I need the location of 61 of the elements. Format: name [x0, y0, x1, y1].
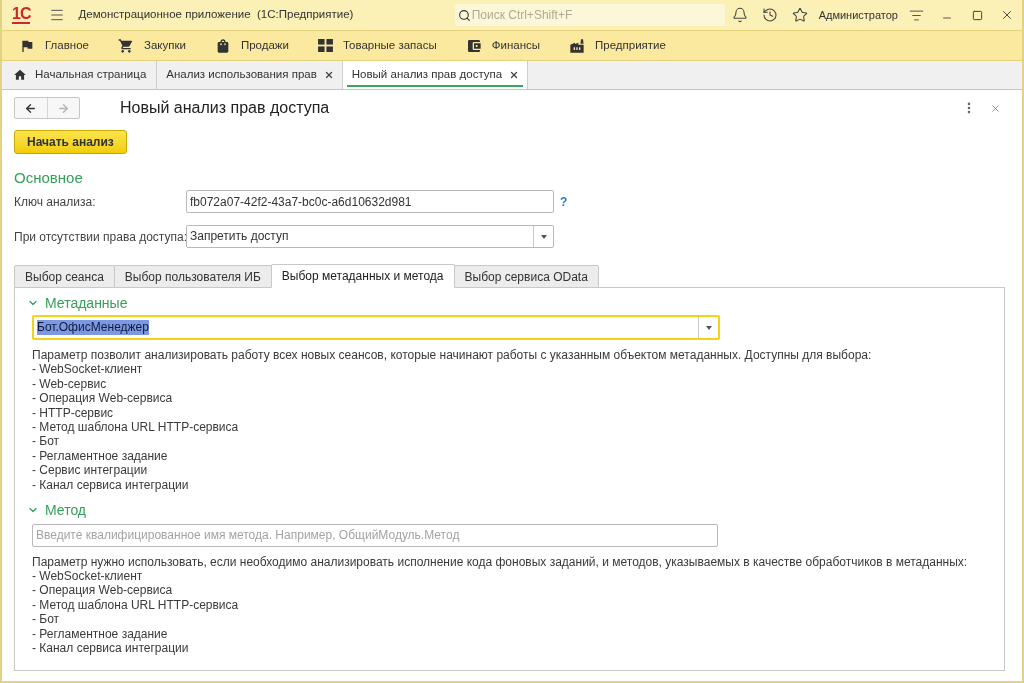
user-button[interactable]: Администратор	[818, 6, 898, 24]
option-text: - Метод шаблона URL HTTP-сервиса	[32, 420, 239, 435]
search-icon	[457, 8, 471, 22]
option-text: - Бот	[32, 612, 60, 627]
forward-arrow-icon	[56, 101, 70, 115]
option-text: - WebSocket-клиент	[32, 362, 143, 377]
bell-icon	[731, 7, 748, 23]
history-icon	[761, 7, 778, 23]
option-text: - Метод шаблона URL HTTP-сервиса	[32, 597, 239, 613]
app-logo: 1С	[12, 6, 31, 24]
form-tab[interactable]: Выбор метаданных и метода	[270, 264, 455, 288]
option-text: - Канал сервиса интеграции	[32, 477, 189, 493]
option-text: - HTTP-сервис	[32, 405, 114, 421]
section-item[interactable]: Товарные запасы	[312, 32, 442, 59]
section-item[interactable]: Предприятие	[564, 32, 671, 59]
window-title: Демонстрационное приложение (1С:Предприятие)	[78, 7, 355, 23]
form-tab[interactable]: Выбор пользователя ИБ	[113, 265, 272, 288]
open-tab[interactable]: Новый анализ прав доступа	[342, 61, 529, 89]
group-title: Основное	[14, 169, 83, 187]
input-field[interactable]: Введите квалифицированное имя метода. Например, ОбщийМодуль.Метод	[32, 523, 718, 547]
home-icon	[13, 68, 27, 82]
section-item[interactable]: Финансы	[460, 32, 545, 59]
menu-icon	[49, 7, 66, 23]
form-tab[interactable]: Выбор сеанса	[14, 265, 115, 288]
form-title: Новый анализ прав доступа	[120, 98, 331, 118]
field-label: При отсутствии права доступа:	[14, 228, 187, 246]
dropdown-field[interactable]: Бот.ОфисМенеджер	[32, 315, 720, 340]
dropdown-field[interactable]: Запретить доступ	[186, 225, 554, 248]
back-arrow-icon	[24, 101, 38, 115]
section-item[interactable]: Главное	[14, 32, 94, 59]
option-text: - Операция Web-сервиса	[32, 391, 173, 406]
caret-icon	[540, 234, 547, 239]
option-text: - Канал сервиса интеграции	[32, 641, 189, 656]
section-item[interactable]: Продажи	[209, 32, 294, 59]
filter-icon	[908, 7, 924, 23]
factory-icon	[569, 37, 585, 54]
close-icon	[1000, 8, 1014, 22]
maximize-icon	[971, 9, 983, 21]
option-text: - Регламентное задание	[32, 626, 168, 641]
section-item[interactable]: Закупки	[112, 32, 191, 59]
close-tab-icon[interactable]	[323, 70, 334, 80]
cart-icon	[117, 37, 134, 54]
option-text: - WebSocket-клиент	[32, 568, 143, 584]
option-text: - Сервис интеграции	[32, 463, 148, 478]
option-text: - Регламентное задание	[32, 448, 168, 464]
field-label: Ключ анализа:	[14, 193, 96, 211]
grid-icon	[317, 39, 333, 52]
caret-icon	[705, 325, 712, 330]
option-text: - Операция Web-сервиса	[32, 583, 173, 598]
form-tab[interactable]: Выбор сервиса OData	[453, 265, 599, 288]
star-icon	[791, 7, 808, 23]
option-text: - Бот	[32, 434, 60, 449]
description-text: Параметр позволит анализировать работу всех новых сеансов, которые начинают работы с указанным объектом метаданных. Доступны для выбора:	[32, 348, 872, 363]
start-analysis-button[interactable]: Начать анализ	[14, 130, 127, 154]
description-text: Параметр нужно использовать, если необходимо анализировать исполнение кода фоновых заданий, и методов, указываемых в качестве обработчиков в метаданных:	[32, 554, 968, 569]
wallet-icon	[465, 37, 482, 54]
close-tab-icon[interactable]	[509, 70, 520, 80]
help-link[interactable]: ?	[560, 192, 568, 211]
input-field[interactable]: fb072a07-42f2-43a7-bc0c-a6d10632d981	[186, 190, 554, 213]
option-text: - Web-сервис	[32, 376, 107, 392]
close-icon	[989, 102, 1001, 114]
